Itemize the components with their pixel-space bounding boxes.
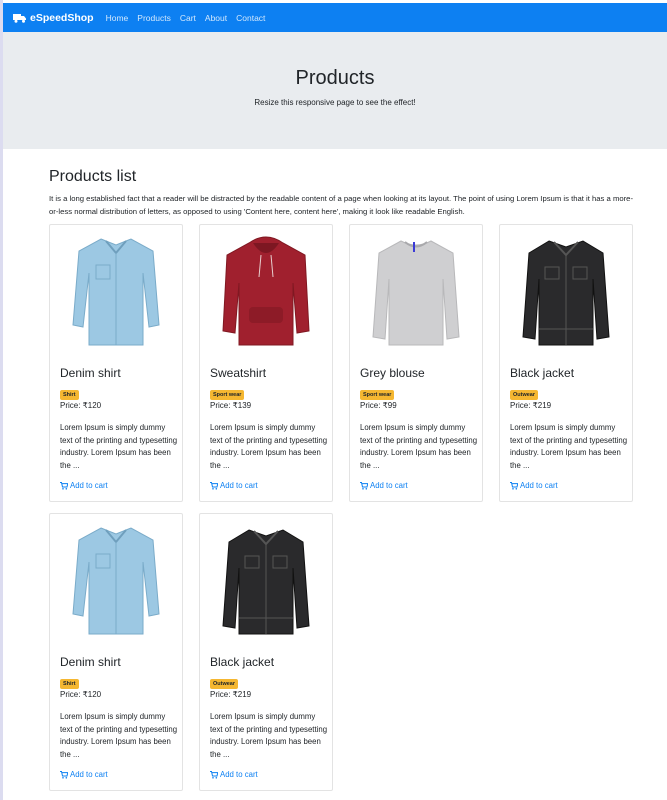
add-to-cart-link[interactable]: Add to cart <box>210 481 258 490</box>
denim-shirt-image <box>71 233 161 358</box>
cart-icon <box>210 770 218 779</box>
product-card: Black jacket Outwear Price: ₹219 Lorem I… <box>499 224 633 502</box>
category-badge: Outwear <box>510 390 539 400</box>
section-description: It is a long established fact that a rea… <box>49 194 634 216</box>
product-description: Lorem Ipsum is simply dummy text of the … <box>210 712 328 759</box>
black-jacket-image <box>521 233 611 358</box>
denim-shirt-image <box>71 522 161 647</box>
cart-icon <box>210 481 218 490</box>
cart-icon <box>60 770 68 779</box>
add-to-cart-link[interactable]: Add to cart <box>60 770 108 779</box>
hero-banner: Products Resize this responsive page to … <box>3 32 667 149</box>
add-to-cart-link[interactable]: Add to cart <box>60 481 108 490</box>
product-title[interactable]: Denim shirt <box>60 655 121 669</box>
product-card: Denim shirt Shirt Price: ₹120 Lorem Ipsu… <box>49 224 183 502</box>
product-title[interactable]: Black jacket <box>210 655 274 669</box>
product-image[interactable] <box>200 225 332 365</box>
product-image[interactable] <box>50 514 182 654</box>
category-badge: Sport wear <box>210 390 245 400</box>
nav-link-cart[interactable]: Cart <box>180 13 196 23</box>
top-navbar: eSpeedShop Home Products Cart About Cont… <box>3 3 667 32</box>
nav-link-products[interactable]: Products <box>137 13 171 23</box>
product-card: Grey blouse Sport wear Price: ₹99 Lorem … <box>349 224 483 502</box>
product-price: Price: ₹99 <box>360 401 397 410</box>
product-description: Lorem Ipsum is simply dummy text of the … <box>60 423 178 470</box>
black-jacket-image <box>221 522 311 647</box>
product-image[interactable] <box>350 225 482 365</box>
product-description: Lorem Ipsum is simply dummy text of the … <box>210 423 328 470</box>
add-to-cart-label: Add to cart <box>70 481 108 490</box>
add-to-cart-link[interactable]: Add to cart <box>210 770 258 779</box>
add-to-cart-label: Add to cart <box>70 770 108 779</box>
brand-link[interactable]: eSpeedShop <box>13 12 94 24</box>
product-price: Price: ₹219 <box>210 690 252 699</box>
product-title[interactable]: Denim shirt <box>60 366 121 380</box>
product-title[interactable]: Sweatshirt <box>210 366 266 380</box>
cart-icon <box>510 481 518 490</box>
red-hoodie-image <box>221 233 311 358</box>
product-price: Price: ₹139 <box>210 401 252 410</box>
add-to-cart-label: Add to cart <box>220 481 258 490</box>
product-title[interactable]: Black jacket <box>510 366 574 380</box>
product-image[interactable] <box>200 514 332 654</box>
product-price: Price: ₹120 <box>60 401 102 410</box>
add-to-cart-link[interactable]: Add to cart <box>360 481 408 490</box>
nav-link-about[interactable]: About <box>205 13 227 23</box>
page-title: Products <box>295 67 375 89</box>
product-description: Lorem Ipsum is simply dummy text of the … <box>60 712 178 759</box>
product-title[interactable]: Grey blouse <box>360 366 425 380</box>
product-price: Price: ₹219 <box>510 401 552 410</box>
product-description: Lorem Ipsum is simply dummy text of the … <box>360 423 478 470</box>
brand-name: eSpeedShop <box>30 11 94 24</box>
add-to-cart-label: Add to cart <box>370 481 408 490</box>
category-badge: Sport wear <box>360 390 395 400</box>
section-title: Products list <box>49 168 137 185</box>
nav-link-home[interactable]: Home <box>106 13 129 23</box>
category-badge: Shirt <box>60 679 79 689</box>
add-to-cart-label: Add to cart <box>520 481 558 490</box>
page-subtitle: Resize this responsive page to see the e… <box>254 98 416 107</box>
category-badge: Outwear <box>210 679 239 689</box>
grey-sweater-image <box>371 233 461 358</box>
product-card: Black jacket Outwear Price: ₹219 Lorem I… <box>199 513 333 791</box>
cart-icon <box>360 481 368 490</box>
add-to-cart-link[interactable]: Add to cart <box>510 481 558 490</box>
product-card: Denim shirt Shirt Price: ₹120 Lorem Ipsu… <box>49 513 183 791</box>
truck-icon <box>13 13 26 23</box>
cart-icon <box>60 481 68 490</box>
add-to-cart-label: Add to cart <box>220 770 258 779</box>
product-price: Price: ₹120 <box>60 690 102 699</box>
product-image[interactable] <box>500 225 632 365</box>
category-badge: Shirt <box>60 390 79 400</box>
product-description: Lorem Ipsum is simply dummy text of the … <box>510 423 628 470</box>
nav-link-contact[interactable]: Contact <box>236 13 265 23</box>
product-card: Sweatshirt Sport wear Price: ₹139 Lorem … <box>199 224 333 502</box>
product-image[interactable] <box>50 225 182 365</box>
